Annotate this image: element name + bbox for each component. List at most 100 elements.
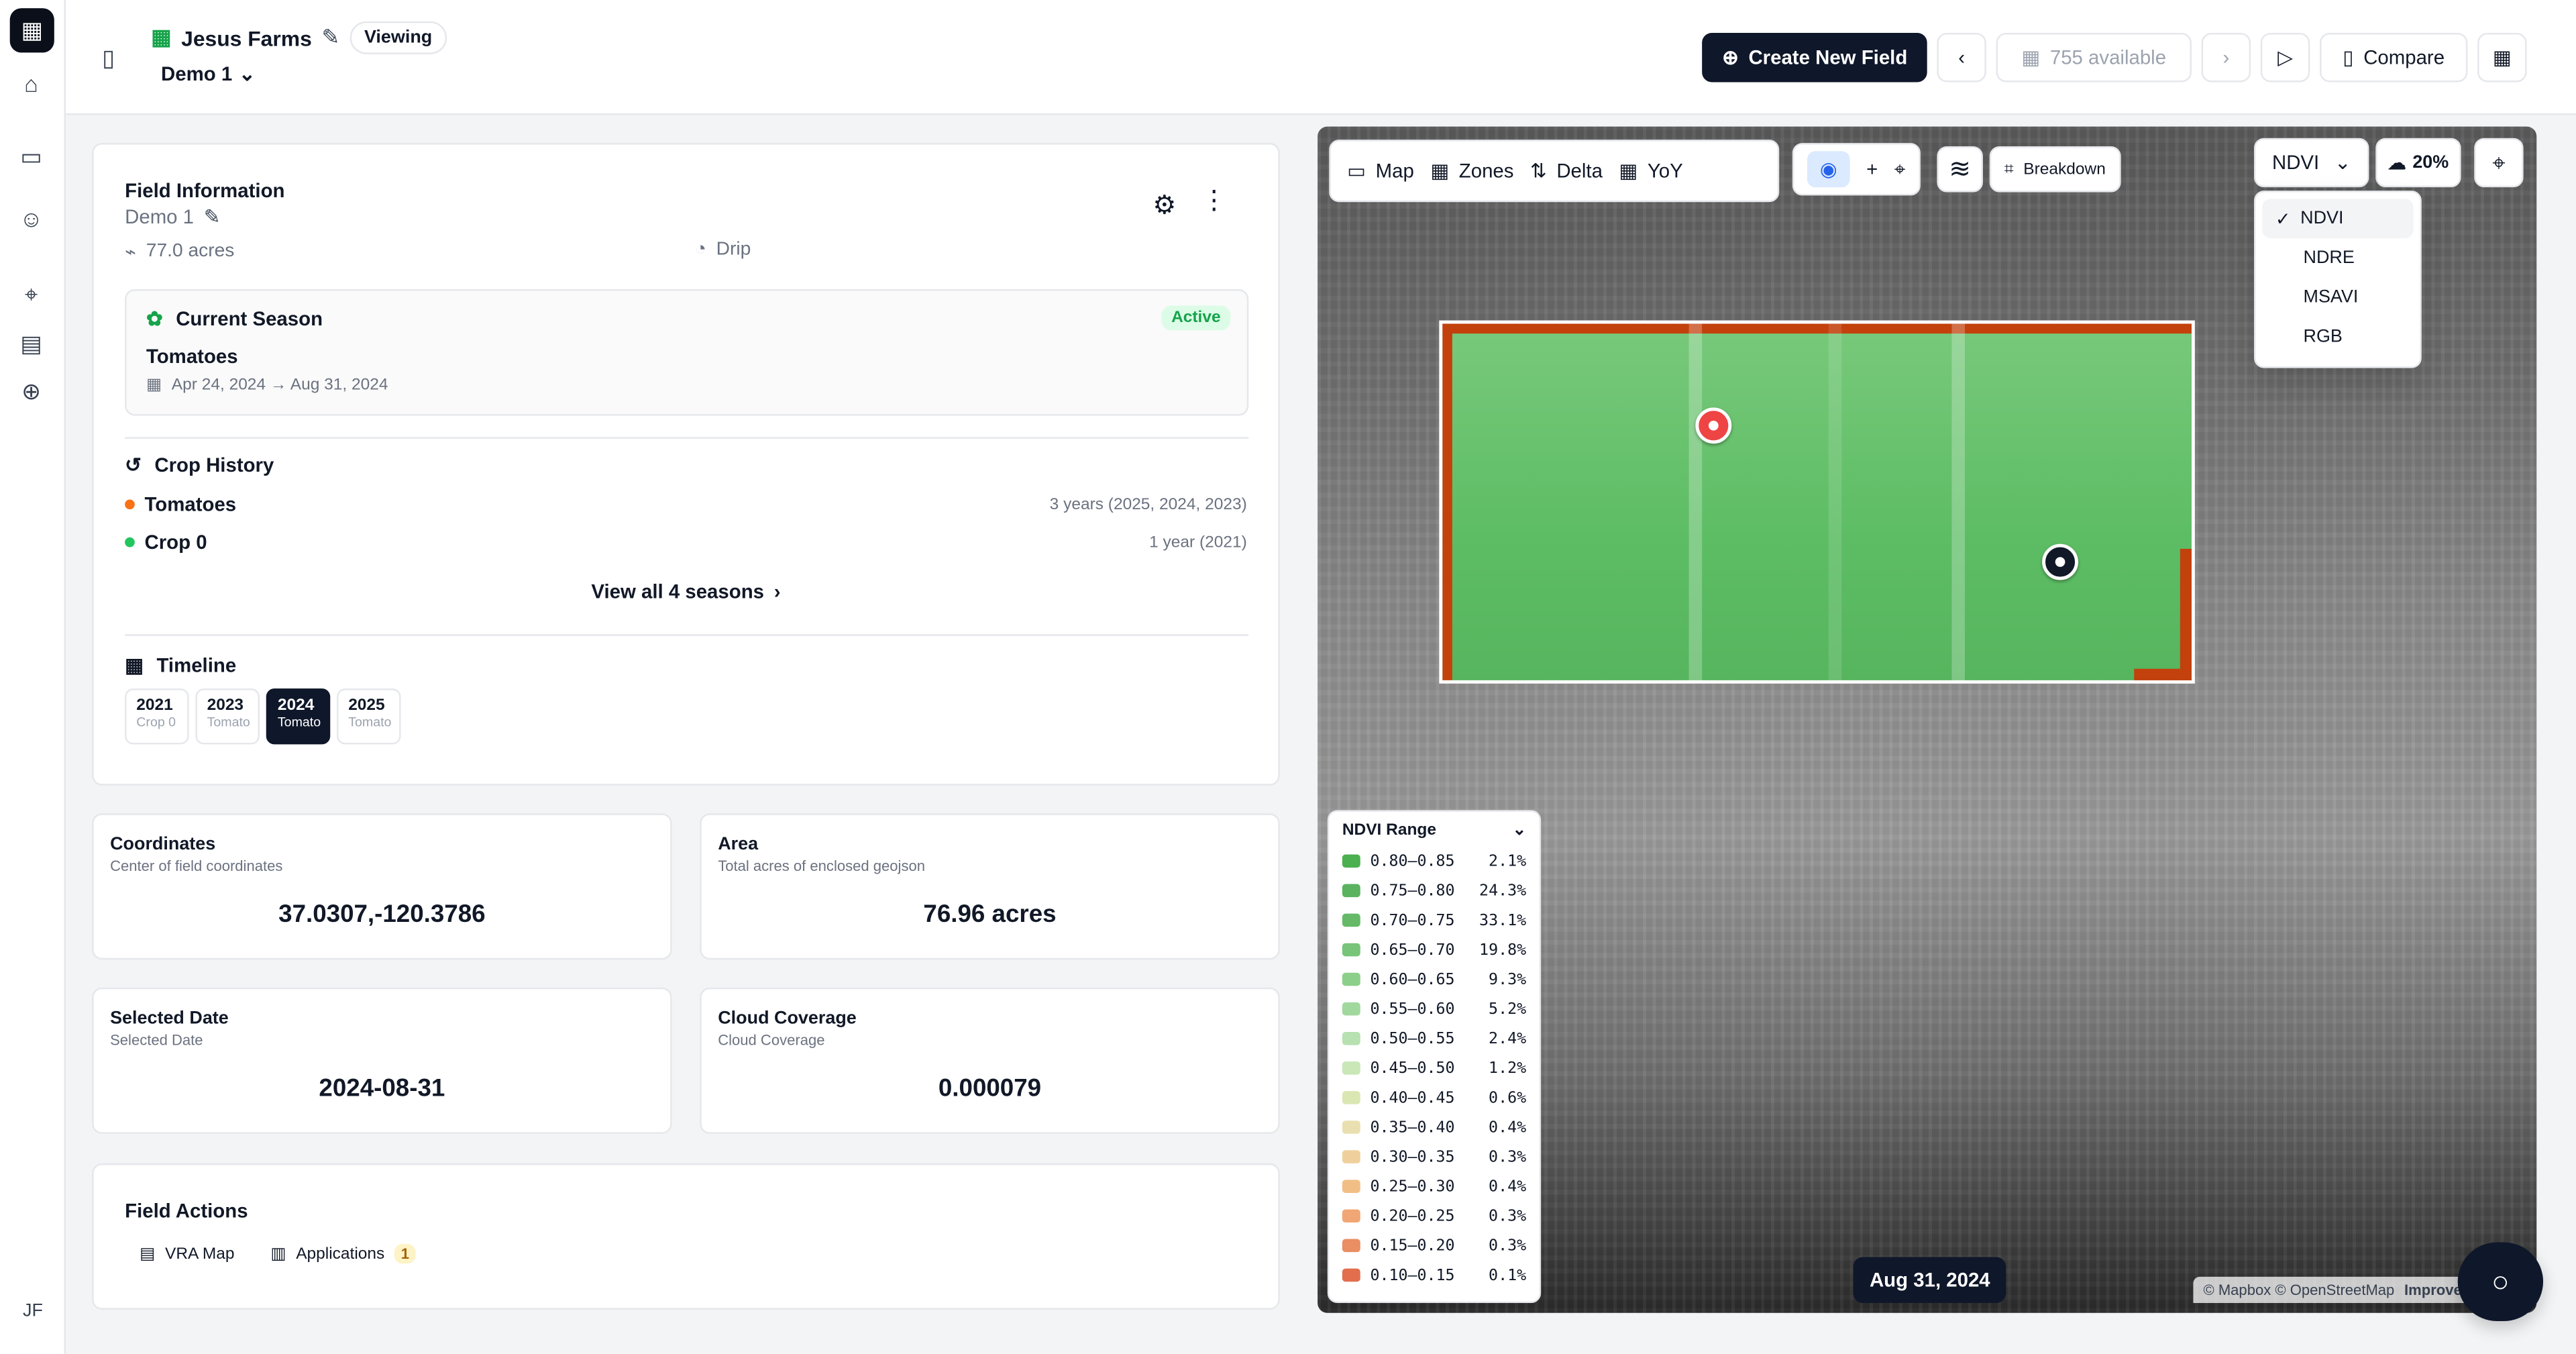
crop-name: Tomatoes [144,492,237,516]
legend-row: 0.35–0.40 0.4% [1342,1112,1526,1142]
applications-button[interactable]: ▥ Applications 1 [270,1243,416,1264]
index-option-ndre[interactable]: NDRE [2262,238,2413,278]
timeline-year-2021[interactable]: 2021 Crop 0 [125,688,189,745]
crop-years: 1 year (2021) [1149,533,1247,552]
breakdown-button[interactable]: ⌗ Breakdown [1989,146,2121,193]
crop-history-header: ↺ Crop History [125,454,274,476]
legend-pct: 0.3% [1489,1206,1527,1225]
chat-button[interactable]: ○ [2457,1242,2544,1321]
field-actions-card: Field Actions ▤ VRA Map ▥ Applications 1 [92,1163,1280,1310]
legend-swatch [1342,1239,1360,1253]
chat-icon[interactable]: ▭ [16,142,46,171]
locate-button[interactable]: ⌖ [2474,138,2524,188]
legend-row: 0.30–0.35 0.3% [1342,1142,1526,1171]
top-bar: ▯ ▦ Jesus Farms ✎ Viewing Demo 1 ⌄ ⊕ Cre… [65,0,2576,115]
compare-button[interactable]: ▯ Compare [2319,32,2468,83]
applications-label: Applications [296,1245,385,1263]
timeline-year-2025[interactable]: 2025 Tomato [337,688,401,745]
map-pin-icon[interactable]: ⌖ [1894,157,1906,182]
legend-range: 0.15–0.20 [1370,1236,1455,1255]
more-vertical-icon[interactable]: ⋮ [1201,184,1227,217]
legend-header[interactable]: NDVI Range ⌄ [1342,822,1526,840]
map-date-badge: Aug 31, 2024 [1853,1257,2007,1304]
building-icon[interactable]: ▤ [16,329,46,358]
legend-range: 0.65–0.70 [1370,941,1455,959]
app-logo-icon[interactable]: ▦ [9,8,54,53]
eye-toggle-icon[interactable]: ◉ [1807,151,1850,188]
layers-button[interactable]: ≋ [1937,146,1983,193]
next-date-button[interactable]: › [2201,32,2251,83]
legend-swatch [1342,1061,1360,1075]
index-option-msavi[interactable]: MSAVI [2262,278,2413,317]
layers-icon: ≋ [1949,156,1972,185]
crop-history-item: Tomatoes [125,493,236,516]
pencil-icon[interactable]: ✎ [204,205,221,228]
chevron-right-icon: › [773,580,781,603]
selected-date-subtitle: Selected Date [110,1031,203,1049]
breakdown-label: Breakdown [2023,160,2106,178]
index-option-ndvi[interactable]: ✓ NDVI [2262,199,2414,239]
previous-date-button[interactable]: ‹ [1937,32,1986,83]
legend-row: 0.70–0.75 33.1% [1342,905,1526,935]
area-value: 76.96 acres [923,900,1057,929]
selected-date-title: Selected Date [110,1008,229,1029]
field-polygon[interactable] [1439,320,2195,684]
index-select[interactable]: NDVI ⌄ [2254,138,2369,188]
calendar-icon: ▦ [125,654,144,677]
timeline-crop: Crop 0 [136,715,176,730]
field-actions-title: Field Actions [125,1199,248,1223]
home-icon[interactable]: ⌂ [16,69,46,99]
index-option-rgb[interactable]: RGB [2262,317,2413,357]
legend-range: 0.60–0.65 [1370,970,1455,989]
cloud-coverage-title: Cloud Coverage [718,1008,857,1029]
clipboard-icon: ▥ [270,1245,286,1263]
create-field-button[interactable]: ⊕ Create New Field [1702,32,1927,83]
timeline-year-2024[interactable]: 2024 Tomato [266,688,331,745]
irrigation-value: Drip [716,240,751,260]
vra-map-label: VRA Map [165,1245,235,1263]
settings-icon[interactable]: ⚙ [1152,189,1176,222]
field-selector[interactable]: Demo 1 ⌄ [161,62,256,85]
available-label: 755 available [2049,46,2167,69]
tab-delta[interactable]: ⇅ Delta [1530,160,1603,183]
map-pin-icon[interactable]: ⌖ [16,279,46,309]
sidebar-toggle-icon[interactable]: ▯ [92,41,125,74]
legend-swatch [1342,1180,1360,1193]
selected-date-value: 2024-08-31 [319,1074,445,1103]
play-button[interactable]: ▷ [2260,32,2310,83]
legend-row: 0.15–0.20 0.3% [1342,1231,1526,1260]
timeline-year: 2025 [348,696,385,715]
cloud-filter-button[interactable]: ☁ 20% [2375,138,2461,188]
timeline-crop: Tomato [348,715,392,730]
attribution-text[interactable]: © Mapbox © OpenStreetMap [2203,1282,2394,1298]
tab-yoy[interactable]: ▦ YoY [1619,160,1682,183]
delta-icon: ⇅ [1529,159,1547,183]
drip-icon: ◔ [694,240,706,260]
season-dates-row: ▦ Apr 24, 2024 → Aug 31, 2024 [146,376,388,395]
edit-icon[interactable]: ✎ [322,25,340,51]
users-icon[interactable]: ☺ [16,204,46,233]
timeline-year-2023[interactable]: 2023 Tomato [195,688,260,745]
view-all-seasons-link[interactable]: View all 4 seasons › [94,580,1279,603]
grid-icon: ▦ [1430,159,1450,183]
map-canvas[interactable]: ▭ Map ▦ Zones ⇅ Delta ▦ YoY ◉ + ⌖ ≋ ⌗ Br… [1318,126,2537,1313]
calendar-button[interactable]: ▦ [2477,32,2527,83]
field-actions-row: ▤ VRA Map ▥ Applications 1 [140,1243,416,1264]
legend-swatch [1342,854,1360,868]
field-info-title: Field Information [125,178,285,203]
legend-row: 0.20–0.25 0.3% [1342,1201,1526,1231]
add-circle-icon[interactable]: ⊕ [16,376,46,406]
vra-map-button[interactable]: ▤ VRA Map [140,1245,234,1263]
plus-icon[interactable]: + [1866,158,1878,180]
tab-zones[interactable]: ▦ Zones [1430,160,1513,183]
chat-bubble-icon: ○ [2491,1264,2510,1298]
user-initials[interactable]: JF [13,1292,53,1331]
current-season-card: ✿ Current Season Active Tomatoes ▦ Apr 2… [125,289,1249,416]
field-information-card: Field Information Demo 1 ✎ ⚙ ⋮ ⌁ 77.0 ac… [92,143,1280,786]
available-dates-button[interactable]: ▦ 755 available [1996,32,2192,83]
timeline-year: 2023 [207,696,244,715]
index-option-label: RGB [2303,327,2343,347]
map-pin-red-icon[interactable] [1695,407,1732,444]
tab-map[interactable]: ▭ Map [1347,160,1414,183]
map-pin-black-icon[interactable] [2042,543,2078,580]
